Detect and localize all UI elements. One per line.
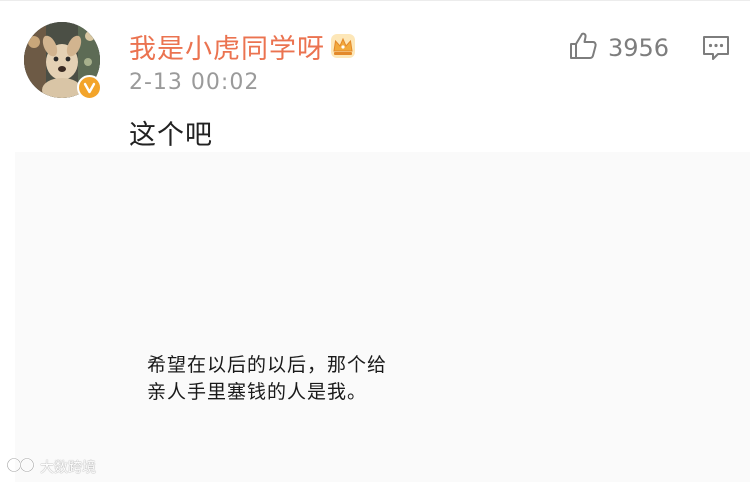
comment-item: 我是小虎同学呀 2-13 00:02 这个吧 3956 希望在以后的以后，那个给…: [0, 0, 750, 482]
avatar[interactable]: [24, 22, 102, 100]
username-row: 我是小虎同学呀: [129, 27, 357, 65]
comment-text: 这个吧: [129, 120, 213, 151]
watermark-text: 大数跨境: [40, 460, 96, 476]
caption-line-2: 亲人手里塞钱的人是我。: [147, 381, 368, 403]
watermark-logo-icon: [6, 455, 36, 479]
comment-timestamp: 2-13 00:02: [129, 70, 260, 95]
username[interactable]: 我是小虎同学呀: [129, 27, 325, 66]
like-count: 3956: [608, 34, 670, 62]
watermark: 大数跨境: [6, 455, 96, 479]
comment-icon: [701, 36, 731, 67]
thumbs-up-icon: [567, 30, 599, 66]
embedded-image[interactable]: [15, 152, 750, 482]
crown-icon: [329, 32, 357, 60]
caption-line-1: 希望在以后的以后，那个给: [147, 354, 388, 376]
verified-icon: [77, 75, 102, 100]
reply-button[interactable]: [701, 33, 731, 63]
like-button[interactable]: 3956: [567, 30, 669, 66]
image-caption: 希望在以后的以后，那个给 亲人手里塞钱的人是我。: [147, 352, 387, 406]
